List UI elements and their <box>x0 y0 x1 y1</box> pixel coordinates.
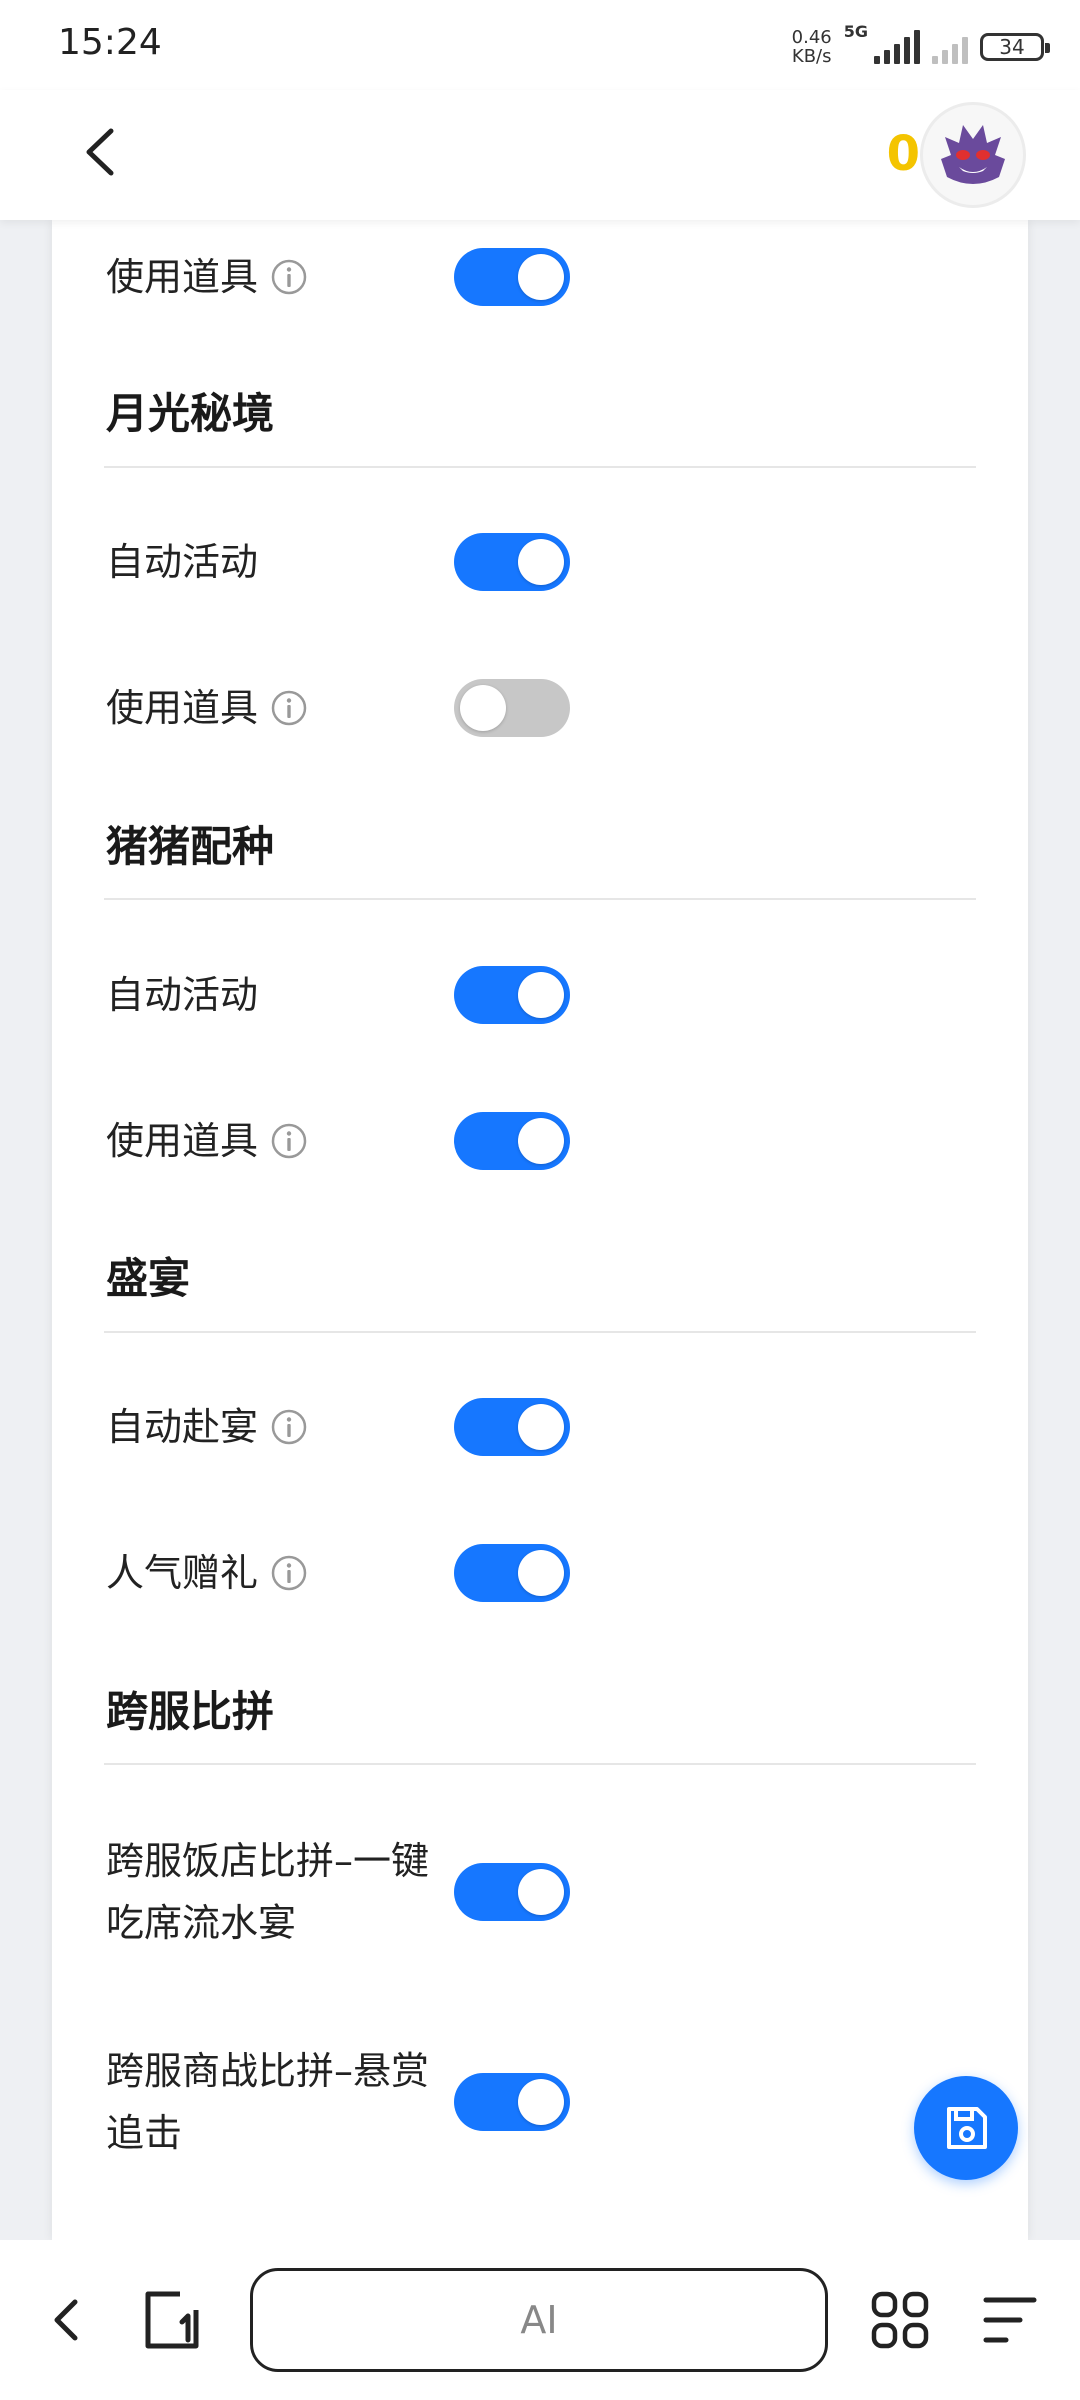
toggle-knob <box>518 1404 564 1450</box>
setting-row-use-items: 使用道具 <box>106 1111 308 1171</box>
toggle-switch[interactable] <box>454 1544 570 1602</box>
chevron-left-icon <box>86 128 114 176</box>
setting-label: 自动活动 <box>106 540 259 584</box>
setting-label: 使用道具 <box>106 255 259 299</box>
setting-label: 人气赠礼 <box>106 1551 259 1595</box>
setting-row-auto-activity: 自动活动 <box>106 532 258 592</box>
toggle-knob <box>518 2079 564 2125</box>
setting-row-use-items: 使用道具 <box>106 678 308 738</box>
setting-label: 使用道具 <box>106 1119 259 1163</box>
info-icon[interactable] <box>270 1408 308 1446</box>
section-title-moonlight: 月光秘境 <box>106 389 275 438</box>
section-divider <box>104 466 976 468</box>
toggle-knob <box>518 254 564 300</box>
setting-label: 自动赴宴 <box>106 1405 259 1449</box>
toggle-knob <box>518 539 564 585</box>
menu-button[interactable] <box>980 2292 1040 2348</box>
toggle-knob <box>518 1869 564 1915</box>
network-speed-value: 0.46 <box>791 27 832 48</box>
setting-label: 自动活动 <box>106 973 259 1017</box>
setting-row-auto-activity: 自动活动 <box>106 965 258 1025</box>
back-icon <box>54 2299 78 2341</box>
app-header: 0 <box>0 90 1080 220</box>
toggle-switch[interactable] <box>454 533 570 591</box>
grid-icon <box>871 2291 929 2349</box>
network-speed-unit: KB/s <box>791 46 832 67</box>
toggle-switch[interactable] <box>454 679 570 737</box>
menu-icon <box>983 2297 1037 2343</box>
bottom-toolbar: AI <box>0 2240 1080 2400</box>
setting-label: 跨服饭店比拼–一键吃席流水宴 <box>106 1839 430 1945</box>
status-time: 15:24 <box>58 22 162 63</box>
setting-label: 使用道具 <box>106 686 259 730</box>
setting-row-use-items-top: 使用道具 <box>106 247 308 307</box>
toggle-switch[interactable] <box>454 1398 570 1456</box>
toggle-switch[interactable] <box>454 966 570 1024</box>
info-icon[interactable] <box>270 689 308 727</box>
section-title-feast: 盛宴 <box>106 1254 191 1303</box>
battery-level: 34 <box>999 35 1025 59</box>
save-icon <box>947 2107 987 2149</box>
signal-strength-secondary-icon <box>932 30 968 64</box>
info-icon[interactable] <box>270 258 308 296</box>
info-icon[interactable] <box>270 1122 308 1160</box>
coin-count: 0 <box>886 126 920 182</box>
tabs-button[interactable] <box>140 2288 204 2352</box>
setting-row-auto-feast: 自动赴宴 <box>106 1397 308 1457</box>
status-indicators: 0.46 KB/s 5G 34 <box>792 22 1050 72</box>
setting-row-popularity-gift: 人气赠礼 <box>106 1543 308 1603</box>
ai-button[interactable]: AI <box>250 2268 828 2372</box>
avatar[interactable] <box>920 102 1026 208</box>
section-divider <box>104 1763 976 1765</box>
section-title-cross-server: 跨服比拼 <box>106 1687 275 1736</box>
signal-strength-icon <box>874 30 920 64</box>
browser-back-button[interactable] <box>36 2290 96 2350</box>
toggle-knob <box>518 1550 564 1596</box>
network-type: 5G <box>843 22 868 41</box>
tabs-icon <box>145 2291 199 2349</box>
toggle-switch[interactable] <box>454 248 570 306</box>
apps-grid-button[interactable] <box>870 2290 930 2350</box>
battery-icon: 34 <box>980 33 1050 61</box>
info-icon[interactable] <box>270 1554 308 1592</box>
network-speed: 0.46 KB/s <box>792 28 832 66</box>
ghost-avatar-icon <box>941 125 1005 184</box>
status-bar: 15:24 0.46 KB/s 5G 34 <box>0 0 1080 90</box>
setting-row-cross-server-business: 跨服商战比拼–悬赏追击 <box>106 2040 436 2164</box>
section-divider <box>104 898 976 900</box>
setting-label: 跨服商战比拼–悬赏追击 <box>106 2049 430 2155</box>
back-button[interactable] <box>70 122 130 182</box>
toggle-knob <box>518 1118 564 1164</box>
setting-row-cross-server-restaurant: 跨服饭店比拼–一键吃席流水宴 <box>106 1830 436 1954</box>
toggle-switch[interactable] <box>454 1863 570 1921</box>
toggle-knob <box>518 972 564 1018</box>
toggle-switch[interactable] <box>454 1112 570 1170</box>
section-title-pig-breeding: 猪猪配种 <box>106 822 275 871</box>
toggle-switch[interactable] <box>454 2073 570 2131</box>
section-divider <box>104 1331 976 1333</box>
settings-card: 使用道具 月光秘境 自动活动 使用道具 猪猪配种 自动活动 使用道具 盛宴 自动… <box>52 220 1028 2240</box>
save-button[interactable] <box>914 2076 1018 2180</box>
toggle-knob <box>460 685 506 731</box>
